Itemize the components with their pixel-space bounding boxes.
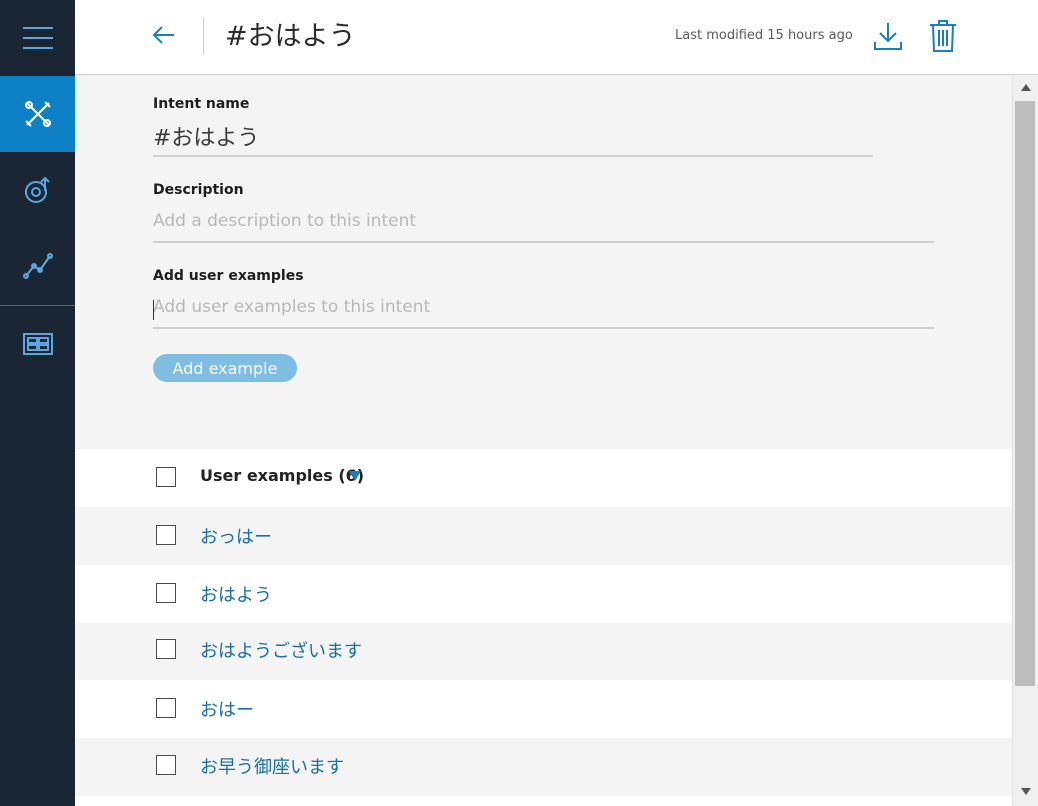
page-title: #おはよう bbox=[225, 21, 356, 52]
sidebar-item-analytics[interactable] bbox=[0, 228, 75, 304]
scroll-thumb[interactable] bbox=[1015, 101, 1035, 686]
intent-name-field[interactable]: #おはよう bbox=[153, 120, 259, 152]
sidebar-item-build[interactable] bbox=[0, 76, 75, 152]
add-example-button[interactable]: Add example bbox=[153, 354, 297, 382]
grid-icon bbox=[22, 333, 53, 355]
sort-down-icon[interactable] bbox=[349, 471, 361, 481]
description-label: Description bbox=[153, 182, 244, 198]
dialog-icon bbox=[24, 176, 50, 203]
back-arrow-icon[interactable] bbox=[151, 22, 177, 48]
example-text[interactable]: おはよう bbox=[200, 581, 272, 607]
user-examples-input[interactable] bbox=[153, 292, 933, 322]
sidebar bbox=[0, 0, 75, 806]
download-icon[interactable] bbox=[872, 20, 904, 52]
scroll-down-icon[interactable] bbox=[1021, 788, 1031, 795]
examples-count-label: User examples (6) bbox=[200, 466, 365, 485]
example-text[interactable]: おっはー bbox=[200, 523, 272, 549]
description-input[interactable] bbox=[153, 206, 933, 236]
list-item: おはよう bbox=[75, 565, 1012, 623]
list-item: お早う御座います bbox=[75, 738, 1012, 796]
list-item: おはようございます bbox=[75, 623, 1012, 681]
header-separator bbox=[203, 18, 204, 54]
row-checkbox[interactable] bbox=[156, 525, 176, 545]
tools-icon bbox=[24, 101, 51, 127]
list-item-partial bbox=[75, 796, 1012, 806]
menu-icon bbox=[22, 27, 53, 49]
list-item: おはー bbox=[75, 680, 1012, 738]
row-checkbox[interactable] bbox=[156, 698, 176, 718]
example-text[interactable]: おはー bbox=[200, 696, 254, 722]
scroll-up-icon[interactable] bbox=[1021, 84, 1031, 91]
example-text[interactable]: お早う御座います bbox=[200, 753, 344, 779]
last-modified-text: Last modified 15 hours ago bbox=[675, 28, 853, 43]
intent-form: Intent name #おはよう Description Add user e… bbox=[75, 76, 1012, 448]
select-all-checkbox[interactable] bbox=[156, 467, 176, 487]
list-item: おっはー bbox=[75, 507, 1012, 565]
vertical-scrollbar[interactable] bbox=[1012, 76, 1038, 806]
text-caret bbox=[153, 300, 154, 320]
examples-label: Add user examples bbox=[153, 268, 304, 284]
intent-name-label: Intent name bbox=[153, 96, 250, 112]
example-text[interactable]: おはようございます bbox=[200, 637, 362, 663]
row-checkbox[interactable] bbox=[156, 583, 176, 603]
trash-icon[interactable] bbox=[929, 19, 957, 53]
examples-list-header: User examples (6) bbox=[75, 449, 1012, 507]
description-underline bbox=[153, 241, 934, 243]
intent-name-underline bbox=[153, 155, 873, 157]
sidebar-item-workspaces[interactable] bbox=[0, 306, 75, 382]
sidebar-item-dialog[interactable] bbox=[0, 152, 75, 228]
examples-underline bbox=[153, 327, 934, 329]
menu-button[interactable] bbox=[0, 0, 75, 76]
analytics-icon bbox=[22, 253, 53, 279]
row-checkbox[interactable] bbox=[156, 755, 176, 775]
row-checkbox[interactable] bbox=[156, 639, 176, 659]
header: #おはよう Last modified 15 hours ago bbox=[75, 0, 1038, 75]
